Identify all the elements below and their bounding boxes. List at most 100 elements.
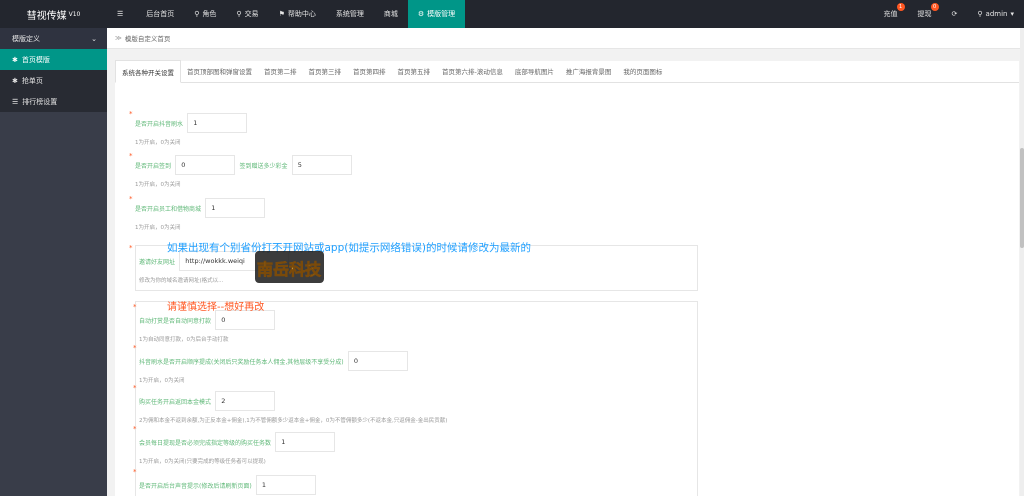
- main-content: ≫ 模版自定义首页 系统各种开关设置 首页顶部图和弹窗设置 首页第二排 首页第三…: [107, 28, 1024, 496]
- settings-panel: 系统各种开关设置 首页顶部图和弹窗设置 首页第二排 首页第三排 首页第四排 首页…: [115, 60, 1019, 496]
- tab-row-3[interactable]: 首页第三排: [303, 60, 348, 82]
- tab-switch-settings[interactable]: 系统各种开关设置: [115, 60, 181, 83]
- form-row-sound-alert: * 是否开启后台声音提示(修改后请刷新页面) 1: [133, 468, 316, 495]
- refresh-button[interactable]: ⟳: [942, 0, 968, 28]
- menu-toggle-button[interactable]: ☰: [107, 0, 136, 28]
- watermark-logo: 南岳科技: [252, 245, 327, 289]
- tab-bottom-nav[interactable]: 底部导航图片: [509, 60, 560, 82]
- withdraw-badge: 0: [930, 3, 939, 11]
- form-row-douyin-water: * 是否开启抖音刷水 1 1为开启，0为关闭: [129, 110, 248, 146]
- field-help: 1为开启，0为关闭(只要完成的等级任务者可以提现): [139, 459, 266, 465]
- required-mark: *: [133, 384, 137, 392]
- field-help: 1为自动同意打款，0为后台手动打款: [139, 337, 229, 343]
- user-menu[interactable]: ⚲ admin ▾: [967, 0, 1024, 28]
- chevron-down-icon: ⌄: [91, 34, 97, 43]
- user-icon: ⚲: [194, 10, 200, 18]
- top-nav: ☰ 后台首页 ⚲ 角色 ⚲ 交易 ⚑ 帮助中心 系统管理 商城 ⚙ 模版管理: [107, 0, 466, 28]
- sidebar: 模版定义 ⌄ ✱ 首页模版 ✱ 抢单页 ☰ 排行榜设置: [0, 28, 107, 496]
- field-help: 1为开启，0为关闭: [139, 378, 185, 384]
- sidebar-group-label: 模版定义: [12, 34, 40, 43]
- signin-bonus-input[interactable]: 5: [291, 155, 352, 175]
- field-label-2: 签到赠送多少彩金: [239, 162, 288, 170]
- required-mark: *: [133, 344, 137, 352]
- recharge-button[interactable]: 充值 1: [874, 0, 908, 28]
- warning-note-blue: 如果出现有个别省份打不开网站或app(如提示网络错误)的时候请修改为最新的: [167, 242, 531, 254]
- nav-label: 商城: [383, 10, 398, 18]
- tab-row-6[interactable]: 首页第六排-滚动信息: [436, 60, 509, 82]
- double-chevron-icon: ≫: [115, 34, 122, 42]
- nav-item-system[interactable]: 系统管理: [326, 0, 374, 28]
- field-label: 自动打赏是否自动同意打款: [139, 317, 212, 325]
- required-mark: *: [133, 425, 137, 433]
- tab-home-top[interactable]: 首页顶部图和弹窗设置: [181, 60, 258, 82]
- sidebar-group-templates[interactable]: 模版定义 ⌄: [0, 28, 107, 49]
- tab-row-4[interactable]: 首页第四排: [347, 60, 392, 82]
- signin-input[interactable]: 0: [175, 155, 236, 175]
- nav-label: 角色: [202, 10, 217, 18]
- staff-mall-input[interactable]: 1: [205, 198, 266, 218]
- form-row-auto-tip: * 自动打赏是否自动同意打款 0 1为自动同意打款，0为后台手动打款: [133, 303, 276, 343]
- nav-item-mall[interactable]: 商城: [374, 0, 408, 28]
- nav-item-roles[interactable]: ⚲ 角色: [184, 0, 226, 28]
- withdraw-label: 提现: [917, 10, 932, 18]
- principal-mode-input[interactable]: 2: [215, 391, 276, 411]
- form-row-commission-order: * 抖音刷水是否开启顺序提成(关闭后只奖励任务本人佣金,其他层级不享受分成) 0…: [133, 344, 408, 384]
- form-row-principal-mode: * 购买任务开启返回本金模式 2 2为佣和本金不返到余额,为正反本金+佣金),1…: [133, 384, 448, 424]
- required-mark: *: [129, 195, 133, 203]
- warning-note-red: 请谨慎选择--想好再改: [167, 302, 265, 313]
- logo-version: V10: [68, 10, 81, 18]
- nav-item-templates[interactable]: ⚙ 模版管理: [407, 0, 466, 28]
- logo-text: 彗视传媒: [26, 10, 67, 22]
- nav-label: 模版管理: [427, 10, 456, 18]
- app-logo[interactable]: 彗视传媒 V10: [0, 0, 107, 28]
- form-row-withdraw-task: * 会员每日提现是否必须完成指定等级的购买任务数 1 1为开启，0为关闭(只要完…: [133, 425, 336, 465]
- withdraw-button[interactable]: 提现 0: [908, 0, 942, 28]
- field-help: 1为开启，0为关闭: [135, 182, 181, 188]
- page-scrollbar[interactable]: [1020, 28, 1024, 496]
- nav-label: 帮助中心: [287, 10, 316, 18]
- sidebar-item-label: 抢单页: [21, 76, 43, 85]
- field-label: 是否开启抖音刷水: [135, 120, 184, 128]
- scrollbar-thumb[interactable]: [1020, 148, 1024, 248]
- tab-poster-bg[interactable]: 推广海报背景图: [560, 60, 618, 82]
- top-right-tools: 充值 1 提现 0 ⟳ ⚲ admin ▾: [874, 0, 1024, 28]
- withdraw-task-input[interactable]: 1: [275, 432, 336, 452]
- form-row-staff-mall: * 是否开启员工和借物商城 1 1为开启，0为关闭: [129, 195, 266, 231]
- breadcrumb-text[interactable]: 模版自定义首页: [125, 33, 171, 43]
- nav-label: 交易: [244, 10, 259, 18]
- required-mark: *: [133, 468, 137, 476]
- gear-icon: ⚙: [417, 10, 425, 18]
- field-label: 是否开启签到: [135, 162, 172, 170]
- douyin-water-input[interactable]: 1: [187, 113, 248, 133]
- tab-row-5[interactable]: 首页第五排: [392, 60, 437, 82]
- auto-tip-input[interactable]: 0: [215, 310, 276, 330]
- form-row-signin: * 是否开启签到 0 签到赠送多少彩金 5 1为开启，0为关闭: [129, 152, 352, 188]
- list-icon: ☰: [12, 97, 19, 106]
- nav-item-dashboard[interactable]: 后台首页: [136, 0, 184, 28]
- field-help: 1为开启，0为关闭: [135, 225, 181, 231]
- field-label: 是否开启员工和借物商城: [135, 205, 202, 213]
- sidebar-item-home-template[interactable]: ✱ 首页模版: [0, 49, 107, 70]
- recharge-label: 充值: [883, 10, 898, 18]
- sidebar-item-label: 排行榜设置: [22, 97, 58, 106]
- nav-item-help[interactable]: ⚑ 帮助中心: [269, 0, 326, 28]
- required-mark: *: [133, 303, 137, 311]
- tab-row-2[interactable]: 首页第二排: [258, 60, 303, 82]
- star-icon: ✱: [12, 76, 18, 85]
- menu-icon: ☰: [117, 10, 124, 18]
- required-mark: *: [129, 244, 133, 252]
- sidebar-item-ranking[interactable]: ☰ 排行榜设置: [0, 91, 107, 112]
- field-label: 会员每日提现是否必须完成指定等级的购买任务数: [139, 439, 272, 447]
- field-help: 1为开启，0为关闭: [135, 140, 181, 146]
- nav-item-trade[interactable]: ⚲ 交易: [226, 0, 268, 28]
- required-mark: *: [129, 152, 133, 160]
- tab-my-icons[interactable]: 我的页面图标: [617, 60, 668, 82]
- star-icon: ✱: [12, 55, 18, 64]
- user-icon: ⚲: [236, 10, 242, 18]
- sidebar-item-grab-order[interactable]: ✱ 抢单页: [0, 70, 107, 91]
- commission-order-input[interactable]: 0: [347, 351, 408, 371]
- sidebar-item-label: 首页模版: [21, 55, 50, 64]
- field-label: 邀请好友网址: [139, 258, 176, 266]
- field-help: 2为佣和本金不返到余额,为正反本金+佣金),1为不管佣额多少返本金+佣金，0为不…: [139, 418, 448, 424]
- sound-alert-input[interactable]: 1: [255, 475, 316, 495]
